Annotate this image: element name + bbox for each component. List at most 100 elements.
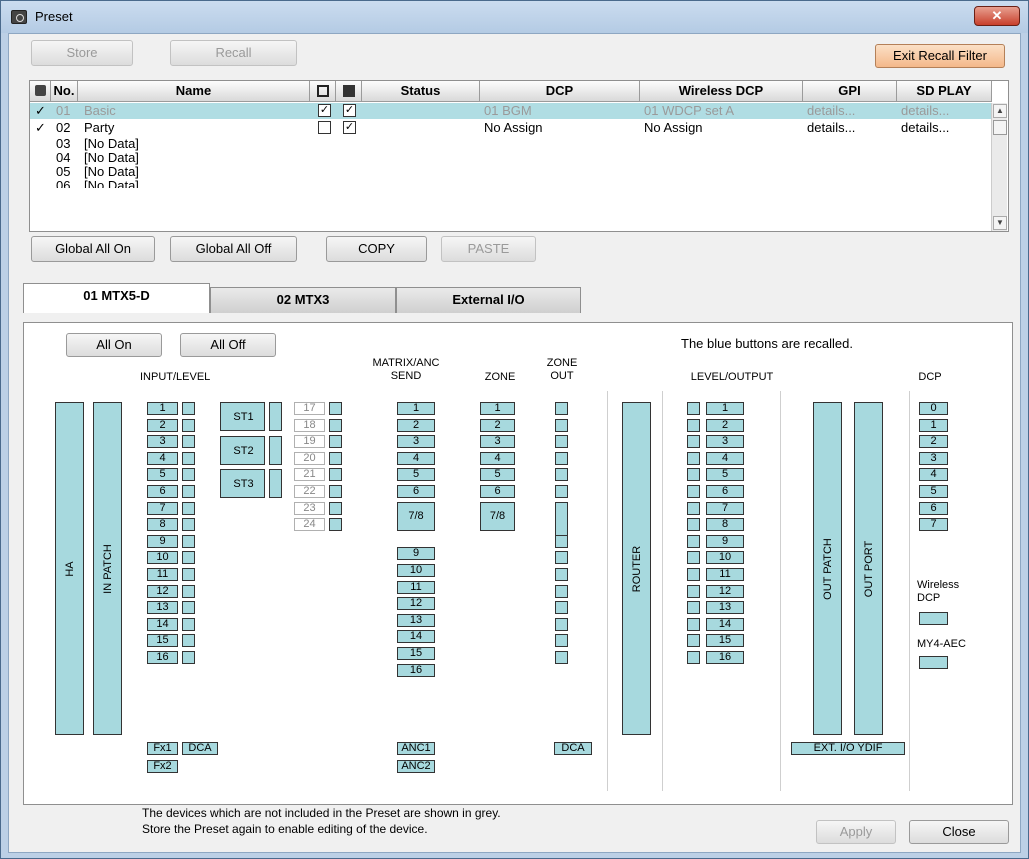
input-level-toggle[interactable] — [329, 518, 342, 532]
protect-checkbox[interactable]: ✓ — [318, 104, 331, 117]
input-channel-button[interactable]: 21 — [294, 468, 325, 482]
out-port-button[interactable]: OUT PORT — [854, 402, 883, 735]
global-all-on-button[interactable]: Global All On — [31, 236, 155, 262]
protect-checkbox[interactable] — [318, 121, 331, 134]
matrix-send-button[interactable]: 3 — [397, 435, 435, 449]
input-channel-button[interactable]: 7 — [147, 501, 178, 515]
zone-button[interactable]: 1 — [480, 402, 515, 415]
my4-aec-button[interactable] — [919, 656, 948, 669]
input-channel-button[interactable]: 5 — [147, 468, 178, 482]
zone-out-toggle[interactable] — [555, 402, 568, 415]
zone-button[interactable]: 6 — [480, 485, 515, 498]
input-channel-button[interactable]: 8 — [147, 518, 178, 532]
matrix-send-button[interactable]: 12 — [397, 597, 435, 611]
gpi-column-header[interactable]: GPI — [803, 81, 897, 102]
output-level-toggle[interactable] — [687, 435, 700, 449]
output-level-toggle[interactable] — [687, 601, 700, 615]
matrix-send-button[interactable]: 10 — [397, 564, 435, 577]
recall-button[interactable]: Recall — [170, 40, 297, 66]
matrix-send-button[interactable]: 13 — [397, 613, 435, 627]
ext-io-ydif-button[interactable]: EXT. I/O YDIF — [791, 742, 905, 755]
zone-out-toggle[interactable] — [555, 568, 568, 581]
input-channel-button[interactable]: 10 — [147, 551, 178, 565]
store-button[interactable]: Store — [31, 40, 133, 66]
input-channel-button[interactable]: 24 — [294, 518, 325, 532]
tab-mtx5-d[interactable]: 01 MTX5-D — [23, 283, 210, 313]
input-level-toggle[interactable] — [182, 568, 195, 581]
input-level-toggle[interactable] — [182, 501, 195, 515]
focus-recall-checkbox[interactable]: ✓ — [343, 121, 356, 134]
output-channel-button[interactable]: 10 — [706, 551, 744, 565]
output-channel-button[interactable]: 3 — [706, 435, 744, 449]
dcp-button[interactable]: 5 — [919, 485, 948, 498]
output-channel-button[interactable]: 16 — [706, 651, 744, 664]
input-channel-button[interactable]: 15 — [147, 634, 178, 648]
scroll-up-icon[interactable]: ▲ — [993, 104, 1007, 118]
table-row[interactable]: 05 [No Data] — [30, 165, 992, 179]
dcp-button[interactable]: 7 — [919, 518, 948, 532]
output-level-toggle[interactable] — [687, 534, 700, 548]
row-wireless-dcp[interactable]: 01 WDCP set A — [644, 103, 734, 119]
input-channel-button[interactable]: 12 — [147, 584, 178, 598]
output-level-toggle[interactable] — [687, 402, 700, 415]
zone-button[interactable]: 2 — [480, 418, 515, 432]
all-on-button[interactable]: All On — [66, 333, 162, 357]
input-channel-button[interactable]: 20 — [294, 451, 325, 465]
row-dcp[interactable]: No Assign — [484, 120, 543, 136]
focus-recall-checkbox[interactable]: ✓ — [343, 104, 356, 117]
dcp-button[interactable]: 3 — [919, 451, 948, 465]
zone-button[interactable]: 4 — [480, 451, 515, 465]
sd-play-column-header[interactable]: SD PLAY — [897, 81, 992, 102]
input-level-toggle[interactable] — [182, 435, 195, 449]
matrix-send-button[interactable]: 4 — [397, 451, 435, 465]
input-level-toggle[interactable] — [182, 534, 195, 548]
output-level-toggle[interactable] — [687, 634, 700, 648]
input-channel-button[interactable]: 11 — [147, 568, 178, 581]
input-channel-button[interactable]: 9 — [147, 534, 178, 548]
zone-button[interactable]: 7/8 — [480, 501, 515, 531]
row-name[interactable]: [No Data] — [84, 179, 139, 188]
row-wireless-dcp[interactable]: No Assign — [644, 120, 703, 136]
dca-button[interactable]: DCA — [182, 742, 218, 755]
input-level-toggle[interactable] — [182, 518, 195, 532]
output-level-toggle[interactable] — [687, 418, 700, 432]
output-channel-button[interactable]: 2 — [706, 418, 744, 432]
zone-out-toggle[interactable] — [555, 601, 568, 615]
dcp-button[interactable]: 4 — [919, 468, 948, 482]
input-channel-button[interactable]: 13 — [147, 601, 178, 615]
ha-button[interactable]: HA — [55, 402, 84, 735]
table-scrollbar[interactable]: ▲ ▼ — [991, 103, 1007, 231]
copy-button[interactable]: COPY — [326, 236, 427, 262]
input-level-toggle[interactable] — [329, 501, 342, 515]
zone-out-toggle[interactable] — [555, 551, 568, 565]
input-channel-button[interactable]: 18 — [294, 418, 325, 432]
matrix-send-button[interactable]: 11 — [397, 580, 435, 594]
output-channel-button[interactable]: 4 — [706, 451, 744, 465]
status-column-header[interactable]: Status — [362, 81, 480, 102]
matrix-send-button[interactable]: 9 — [397, 547, 435, 561]
zone-out-toggle[interactable] — [555, 534, 568, 548]
input-level-toggle[interactable] — [182, 451, 195, 465]
st3-button[interactable]: ST3 — [220, 469, 265, 498]
input-level-toggle[interactable] — [182, 617, 195, 631]
matrix-send-button[interactable]: 2 — [397, 418, 435, 432]
in-patch-button[interactable]: IN PATCH — [93, 402, 122, 735]
output-level-toggle[interactable] — [687, 451, 700, 465]
output-channel-button[interactable]: 13 — [706, 601, 744, 615]
input-channel-button[interactable]: 2 — [147, 418, 178, 432]
matrix-send-button[interactable]: 1 — [397, 402, 435, 415]
row-name[interactable]: Basic — [84, 103, 116, 119]
wireless-dcp-column-header[interactable]: Wireless DCP — [640, 81, 803, 102]
output-channel-button[interactable]: 5 — [706, 468, 744, 482]
input-channel-button[interactable]: 1 — [147, 402, 178, 415]
output-level-toggle[interactable] — [687, 518, 700, 532]
paste-button[interactable]: PASTE — [441, 236, 536, 262]
input-level-toggle[interactable] — [182, 634, 195, 648]
dcp-column-header[interactable]: DCP — [480, 81, 640, 102]
row-name[interactable]: [No Data] — [84, 165, 139, 179]
fx1-button[interactable]: Fx1 — [147, 742, 178, 755]
input-level-toggle[interactable] — [329, 435, 342, 449]
output-channel-button[interactable]: 7 — [706, 501, 744, 515]
output-channel-button[interactable]: 12 — [706, 584, 744, 598]
input-level-toggle[interactable] — [182, 468, 195, 482]
